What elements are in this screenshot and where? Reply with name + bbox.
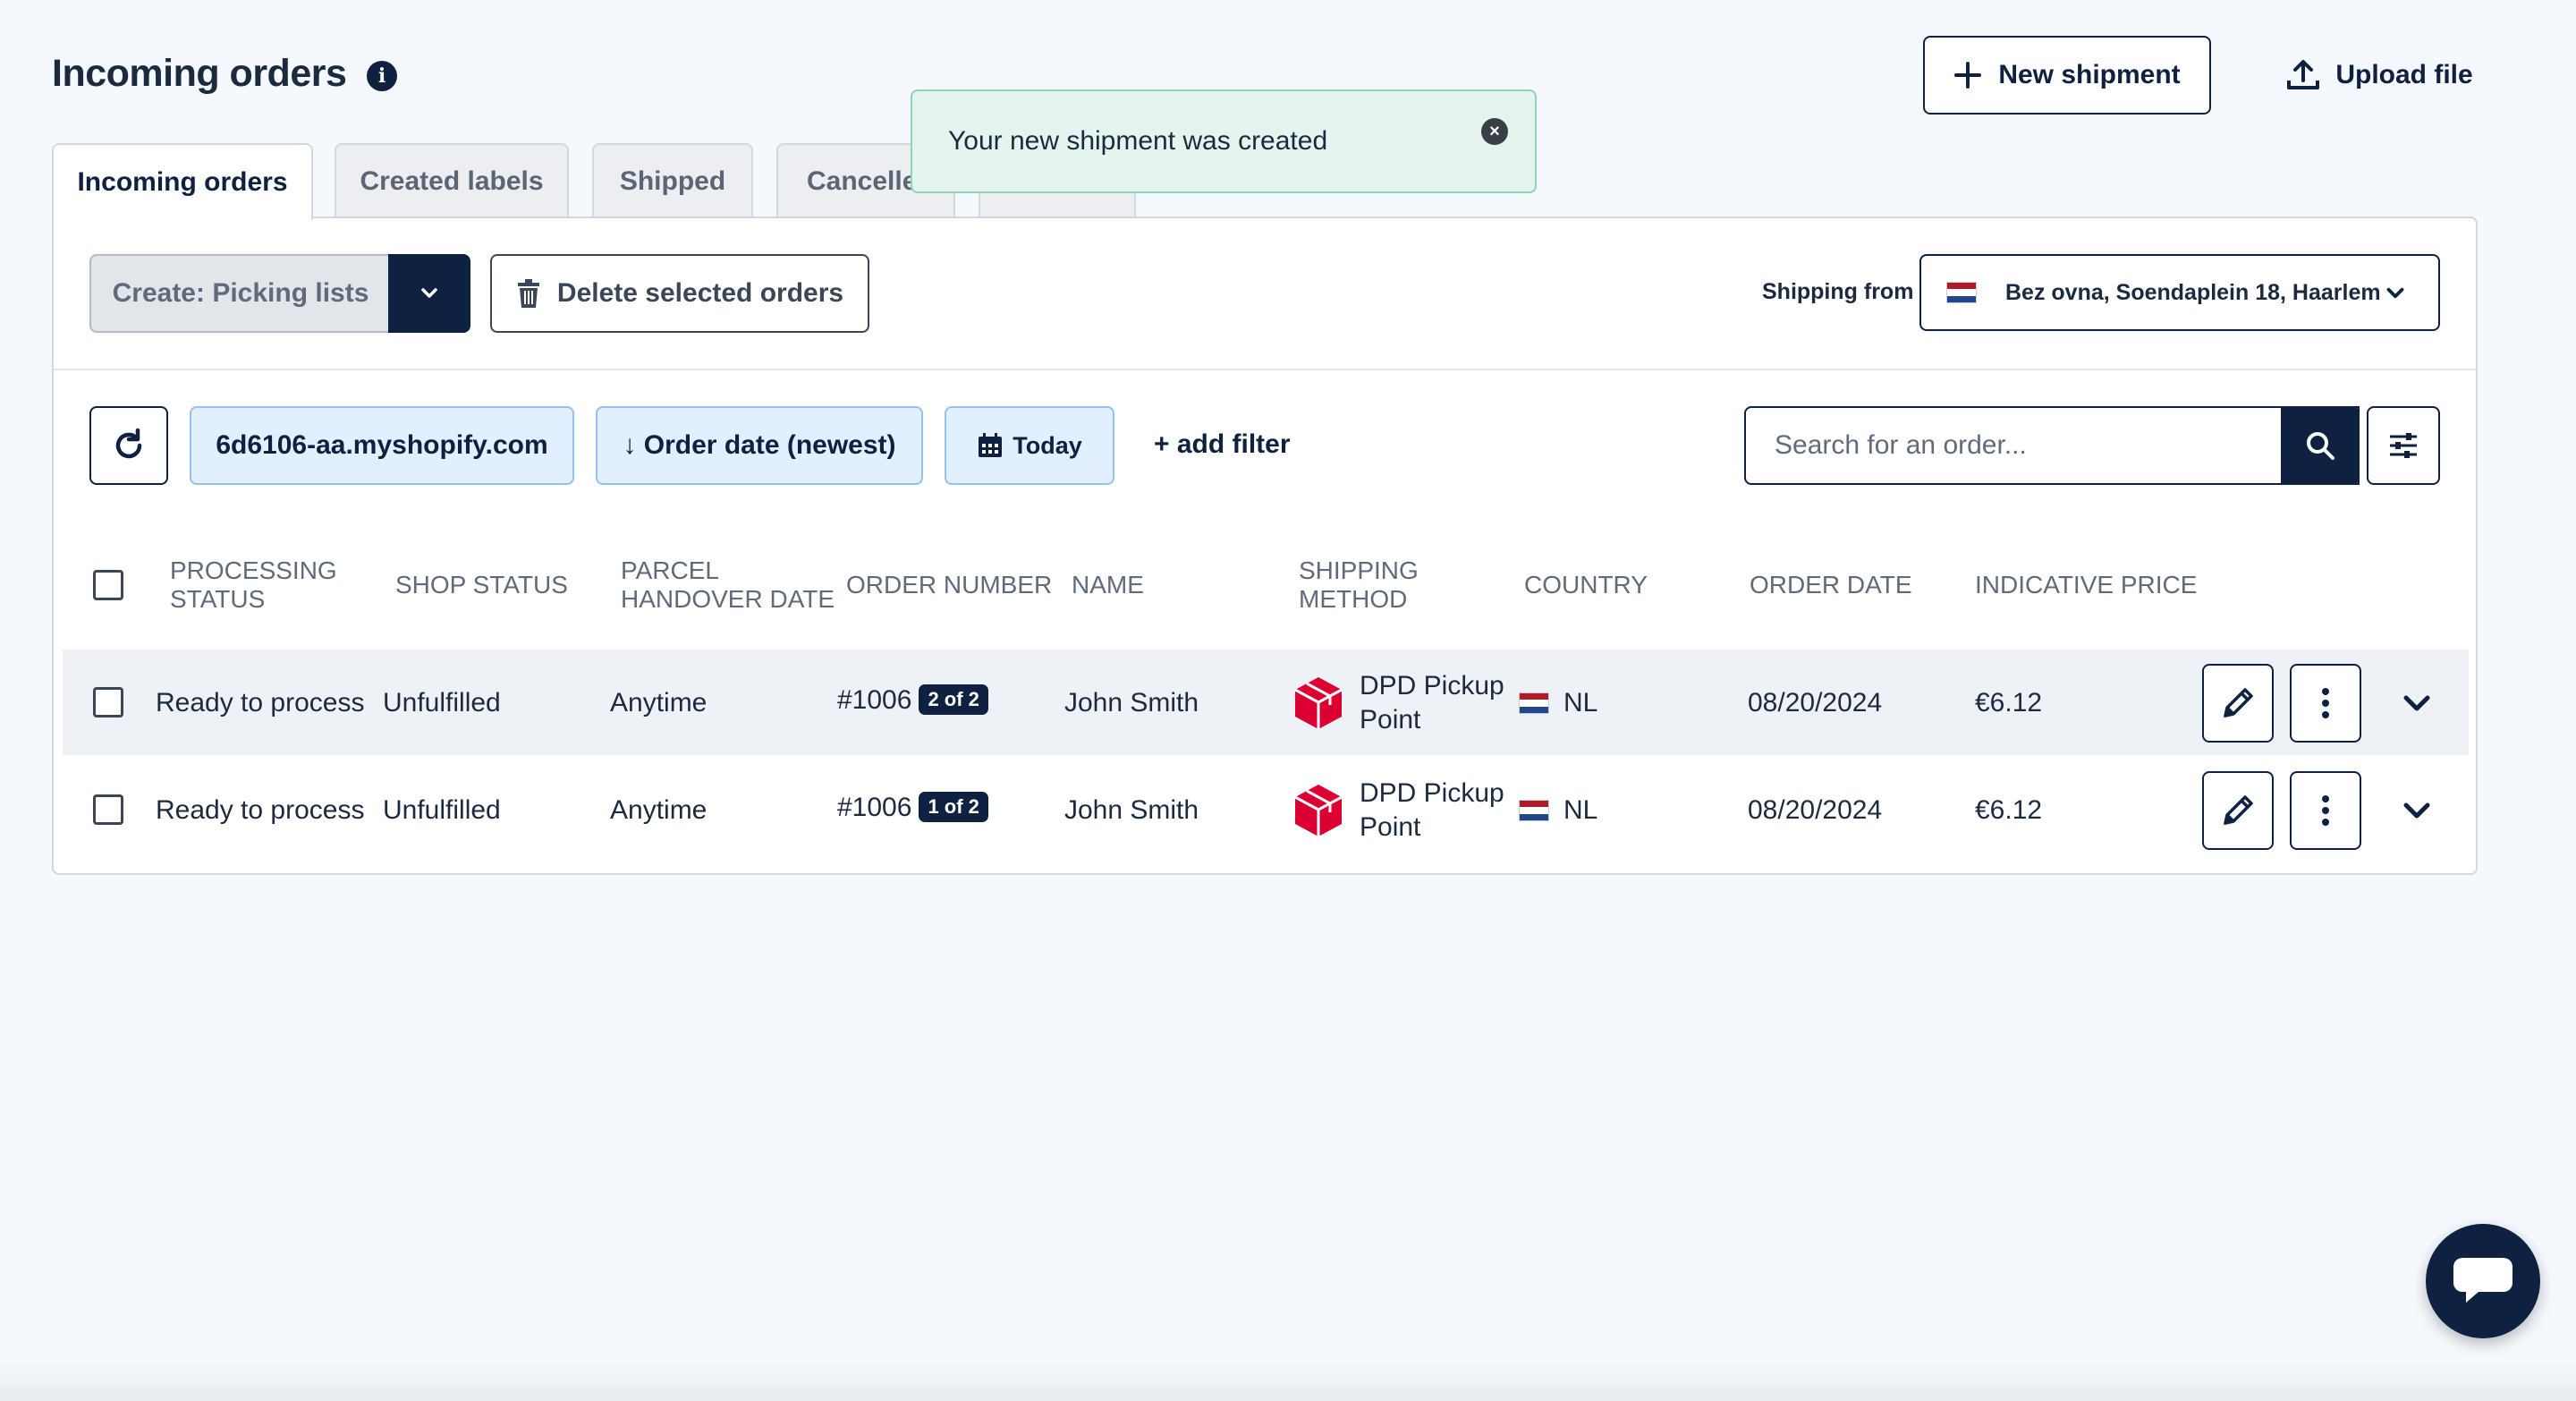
page-title: Incoming orders (52, 52, 347, 95)
shipping-method: DPD Pickup Point (1293, 777, 1504, 845)
refresh-button[interactable] (89, 406, 168, 485)
method-line-1: DPD Pickup (1360, 671, 1504, 700)
shipping-from-value: Bez ovna, Soendaplein 18, Haarlem (2005, 279, 2381, 305)
handover-date: Anytime (610, 688, 708, 717)
indicative-price: €6.12 (1975, 688, 2043, 717)
tab-incoming-orders[interactable]: Incoming orders (52, 143, 313, 220)
nl-flag-icon (1946, 282, 1977, 303)
picking-lists-dropdown-button[interactable] (388, 254, 470, 333)
sort-chip[interactable]: ↓ Order date (newest) (596, 406, 923, 485)
create-picking-lists-button[interactable]: Create: Picking lists (89, 254, 390, 333)
date-filter-label: Today (1013, 431, 1082, 459)
order-number[interactable]: #1006 1 of 2 (837, 792, 988, 824)
order-date: 08/20/2024 (1748, 795, 1883, 825)
order-number[interactable]: #1006 2 of 2 (837, 684, 988, 717)
more-options-button[interactable] (2290, 664, 2361, 743)
chevron-down-icon (2403, 695, 2430, 711)
calendar-icon (979, 433, 1003, 457)
date-filter-chip[interactable]: Today (945, 406, 1114, 485)
tab-shipped[interactable]: Shipped (592, 143, 753, 218)
refresh-icon (115, 428, 142, 459)
more-vertical-icon (2322, 795, 2329, 826)
shipping-method: DPD Pickup Point (1293, 669, 1504, 737)
shop-filter-chip[interactable]: 6d6106-aa.myshopify.com (190, 406, 574, 485)
country-code: NL (1563, 688, 1598, 717)
row-checkbox[interactable] (93, 794, 123, 825)
chevron-down-icon (2386, 287, 2404, 299)
tab-created-labels[interactable]: Created labels (335, 143, 569, 218)
shipping-from-select[interactable]: Bez ovna, Soendaplein 18, Haarlem (1919, 254, 2440, 331)
method-line-2: Point (1360, 705, 1421, 734)
column-header-order-date[interactable]: ORDER DATE (1750, 571, 1912, 599)
country-code: NL (1563, 795, 1598, 825)
row-checkbox[interactable] (93, 687, 123, 717)
success-toast: Your new shipment was created × (911, 89, 1537, 193)
country: NL (1519, 795, 1597, 826)
toast-message: Your new shipment was created (948, 126, 1328, 156)
customer-name: John Smith (1064, 688, 1199, 717)
more-vertical-icon (2322, 688, 2329, 718)
order-part-badge: 1 of 2 (919, 792, 988, 823)
method-line-1: DPD Pickup (1360, 778, 1504, 808)
column-header-country[interactable]: COUNTRY (1524, 571, 1648, 599)
processing-status: Ready to process (156, 795, 365, 825)
column-header-indicative-price[interactable]: INDICATIVE PRICE (1975, 571, 2197, 599)
upload-file-button[interactable]: Upload file (2254, 36, 2504, 115)
add-filter-link[interactable]: + add filter (1154, 429, 1291, 460)
chat-icon (2453, 1258, 2512, 1303)
close-icon[interactable]: × (1481, 118, 1508, 145)
edit-button[interactable] (2202, 664, 2274, 743)
column-header-name[interactable]: NAME (1072, 571, 1144, 599)
handover-date: Anytime (610, 795, 708, 825)
processing-status: Ready to process (156, 688, 365, 717)
more-options-button[interactable] (2290, 771, 2361, 850)
delete-selected-label: Delete selected orders (556, 278, 844, 308)
divider (54, 369, 2476, 370)
order-part-badge: 2 of 2 (919, 684, 988, 716)
customer-name: John Smith (1064, 795, 1199, 825)
column-header-parcel-handover-date[interactable]: PARCEL HANDOVER DATE (621, 556, 835, 614)
search-button[interactable] (2281, 406, 2360, 485)
chevron-down-icon (2403, 802, 2430, 819)
order-number-text: #1006 (837, 793, 912, 822)
dpd-parcel-icon (1294, 785, 1343, 836)
bottom-edge (0, 1360, 2576, 1401)
expand-row-button[interactable] (2399, 685, 2435, 721)
indicative-price: €6.12 (1975, 795, 2043, 825)
nl-flag-icon (1519, 692, 1549, 714)
search-input[interactable] (1744, 406, 2360, 485)
column-header-order-number[interactable]: ORDER NUMBER (846, 571, 1052, 599)
shop-status: Unfulfilled (383, 795, 501, 825)
column-header-processing-status[interactable]: PROCESSING STATUS (170, 556, 349, 614)
info-icon[interactable]: i (367, 61, 397, 91)
column-header-shipping-method[interactable]: SHIPPING METHOD (1299, 556, 1442, 614)
trash-icon (517, 279, 539, 308)
sliders-icon (2390, 433, 2417, 458)
shipping-from-label: Shipping from (1762, 279, 1914, 304)
search-icon (2307, 432, 2334, 460)
plus-icon (1954, 62, 1982, 89)
new-shipment-label: New shipment (1998, 60, 2181, 89)
upload-icon (2287, 60, 2320, 89)
pencil-icon (2224, 795, 2253, 825)
method-line-2: Point (1360, 812, 1421, 842)
column-header-shop-status[interactable]: SHOP STATUS (395, 571, 568, 599)
dpd-parcel-icon (1294, 677, 1343, 729)
select-all-checkbox[interactable] (93, 570, 123, 600)
country: NL (1519, 688, 1597, 718)
delete-selected-orders-button[interactable]: Delete selected orders (490, 254, 869, 333)
nl-flag-icon (1519, 800, 1549, 821)
shop-status: Unfulfilled (383, 688, 501, 717)
upload-file-label: Upload file (2335, 60, 2473, 89)
order-number-text: #1006 (837, 685, 912, 715)
pencil-icon (2224, 688, 2253, 717)
edit-button[interactable] (2202, 771, 2274, 850)
column-settings-button[interactable] (2367, 406, 2440, 485)
expand-row-button[interactable] (2399, 793, 2435, 828)
order-date: 08/20/2024 (1748, 688, 1883, 717)
new-shipment-button[interactable]: New shipment (1923, 36, 2211, 115)
chevron-down-icon (421, 288, 437, 298)
chat-widget-button[interactable] (2426, 1224, 2540, 1338)
